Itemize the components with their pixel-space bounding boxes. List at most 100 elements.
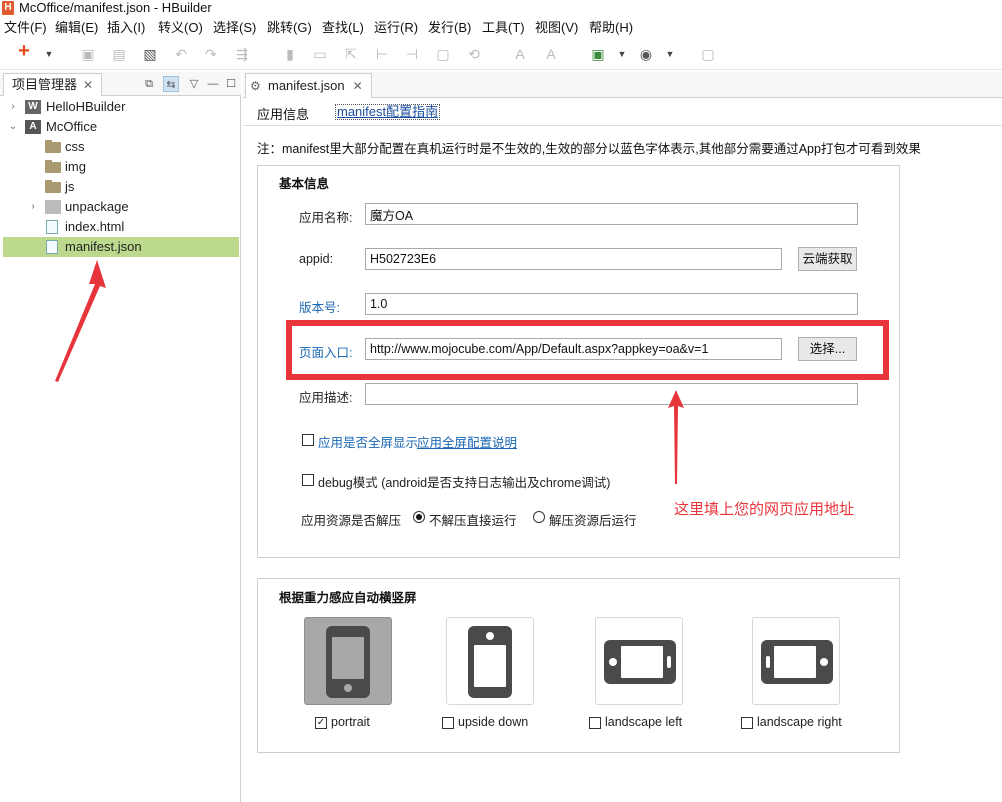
message-icon[interactable]: ▢ (700, 46, 716, 62)
menu-run[interactable]: 运行(R) (374, 19, 418, 37)
tree-item-label: manifest.json (65, 239, 142, 254)
new-dropdown-icon[interactable]: ▼ (44, 46, 54, 62)
minimize-icon[interactable]: — (205, 76, 221, 92)
menu-view[interactable]: 视图(V) (535, 19, 578, 37)
maximize-icon[interactable]: ☐ (223, 76, 239, 92)
menu-escape[interactable]: 转义(O) (158, 19, 203, 37)
run-device-icon[interactable]: ▣ (590, 46, 606, 62)
app-desc-input[interactable] (365, 383, 858, 405)
unpack-yes-label: 解压资源后运行 (549, 514, 637, 528)
debug-checkbox[interactable] (302, 474, 314, 486)
editor-tab-label: manifest.json (268, 78, 345, 93)
jump-icon[interactable]: ⊢ (374, 46, 390, 62)
version-label: 版本号: (299, 301, 340, 315)
bookmark-prev-icon[interactable]: ▭ (312, 46, 328, 62)
appid-input[interactable] (365, 248, 782, 270)
tree-item-manifest-json[interactable]: manifest.json (3, 237, 239, 257)
jump-back-icon[interactable]: ⊣ (404, 46, 420, 62)
toolbar: + ▼ ▣ ▤ ▧ ↶ ↷ ⇶ ▮ ▭ ⇱ ⊢ ⊣ ▢ ⟲ A A ▣ ▼ ◉ … (0, 38, 1002, 70)
tree-item-img[interactable]: img (3, 157, 239, 177)
tree-item-unpackage[interactable]: › unpackage (3, 197, 239, 217)
tab-app-info[interactable]: 应用信息 (257, 104, 309, 123)
bookmark-icon[interactable]: ▮ (282, 46, 298, 62)
menu-publish[interactable]: 发行(B) (428, 19, 471, 37)
expand-arrow-icon[interactable]: › (8, 97, 18, 117)
upside-down-option-tile[interactable] (446, 617, 534, 705)
upside-down-label: upside down (458, 715, 529, 729)
close-icon[interactable]: ✕ (83, 78, 93, 92)
undo-icon[interactable]: ↶ (173, 46, 189, 62)
new-plus-icon[interactable]: + (16, 41, 32, 61)
upside-down-checkbox[interactable] (442, 717, 454, 729)
font-increase-icon[interactable]: A (512, 46, 528, 62)
cloud-fetch-button[interactable]: 云端获取 (798, 247, 857, 271)
landscape-left-checkbox[interactable] (589, 717, 601, 729)
phone-screen (474, 645, 506, 687)
title-bar: H McOffice/manifest.json - HBuilder (0, 0, 1002, 18)
menu-file[interactable]: 文件(F) (4, 19, 47, 37)
app-desc-label: 应用描述: (299, 391, 353, 405)
orientation-title: 根据重力感应自动横竖屏 (279, 591, 417, 605)
tree-item-mcoffice[interactable]: ⌄ A McOffice (3, 117, 239, 137)
menu-select[interactable]: 选择(S) (213, 19, 256, 37)
link-editor-icon[interactable]: ⇆ (163, 76, 179, 92)
tree-item-index-html[interactable]: index.html (3, 217, 239, 237)
menu-goto[interactable]: 跳转(G) (267, 19, 312, 37)
redo-icon[interactable]: ↷ (203, 46, 219, 62)
link-manifest-guide[interactable]: manifest配置指南 (335, 104, 441, 120)
menu-insert[interactable]: 插入(I) (107, 19, 145, 37)
comment-icon[interactable]: ▢ (435, 46, 451, 62)
tree-item-js[interactable]: js (3, 177, 239, 197)
tree-item-label: css (65, 139, 85, 154)
menu-bar: 文件(F) 编辑(E) 插入(I) 转义(O) 选择(S) 跳转(G) 查找(L… (0, 18, 1002, 38)
menu-edit[interactable]: 编辑(E) (55, 19, 98, 37)
tree-item-label: js (65, 179, 75, 194)
phone-home-button (486, 632, 494, 640)
portrait-checkbox[interactable]: ✓ (315, 717, 327, 729)
expand-arrow-icon[interactable]: › (28, 197, 38, 217)
red-arrow-annotation-left (55, 260, 106, 382)
app-name-input[interactable] (365, 203, 858, 225)
bookmark-next-icon[interactable]: ⇱ (343, 46, 359, 62)
unpack-yes-radio[interactable] (533, 511, 545, 523)
tree-item-css[interactable]: css (3, 137, 239, 157)
font-decrease-icon[interactable]: A (543, 46, 559, 62)
revert-icon[interactable]: ▧ (142, 46, 158, 62)
tree-item-label: unpackage (65, 199, 129, 214)
arrow-shape (55, 260, 106, 382)
uncomment-icon[interactable]: ⟲ (466, 46, 482, 62)
portrait-option-tile[interactable] (304, 617, 392, 705)
tree-item-hellohbuilder[interactable]: › W HelloHBuilder (3, 97, 239, 117)
browser-dropdown-icon[interactable]: ▼ (665, 46, 675, 62)
menu-find[interactable]: 查找(L) (322, 19, 364, 37)
landscape-right-option-tile[interactable] (752, 617, 840, 705)
browser-icon[interactable]: ◉ (638, 46, 654, 62)
menu-tools[interactable]: 工具(T) (482, 19, 525, 37)
tree-item-label: index.html (65, 219, 125, 234)
view-menu-icon[interactable]: ▽ (186, 76, 202, 92)
unpack-no-radio[interactable] (413, 511, 425, 523)
save-all-icon[interactable]: ▤ (111, 46, 127, 62)
collapse-arrow-icon[interactable]: ⌄ (8, 117, 18, 137)
annotation-text: 这里填上您的网页应用地址 (674, 501, 855, 518)
collapse-all-icon[interactable]: ⧉ (141, 76, 157, 92)
landscape-left-option-tile[interactable] (595, 617, 683, 705)
tab-project-manager[interactable]: 项目管理器 ✕ (3, 73, 103, 96)
phone-screen (774, 646, 816, 678)
folder-icon (45, 180, 61, 193)
fullscreen-checkbox[interactable] (302, 434, 314, 446)
close-icon[interactable]: ✕ (353, 79, 363, 93)
landscape-right-checkbox[interactable] (741, 717, 753, 729)
project-manager-tabbar: 项目管理器 ✕ ⧉ ⇆ ▽ — ☐ (0, 72, 241, 96)
gear-icon: ⚙ (250, 79, 261, 93)
phone-home-button (609, 658, 617, 666)
version-input[interactable] (365, 293, 858, 315)
package-icon (45, 200, 61, 214)
run-dropdown-icon[interactable]: ▼ (617, 46, 627, 62)
fullscreen-help-link[interactable]: 应用全屏配置说明 (417, 432, 517, 451)
format-icon[interactable]: ⇶ (234, 46, 250, 62)
tab-manifest-json[interactable]: ⚙ manifest.json ✕ (245, 73, 372, 98)
save-icon[interactable]: ▣ (80, 46, 96, 62)
menu-help[interactable]: 帮助(H) (589, 19, 633, 37)
tree-item-label: HelloHBuilder (46, 99, 126, 114)
